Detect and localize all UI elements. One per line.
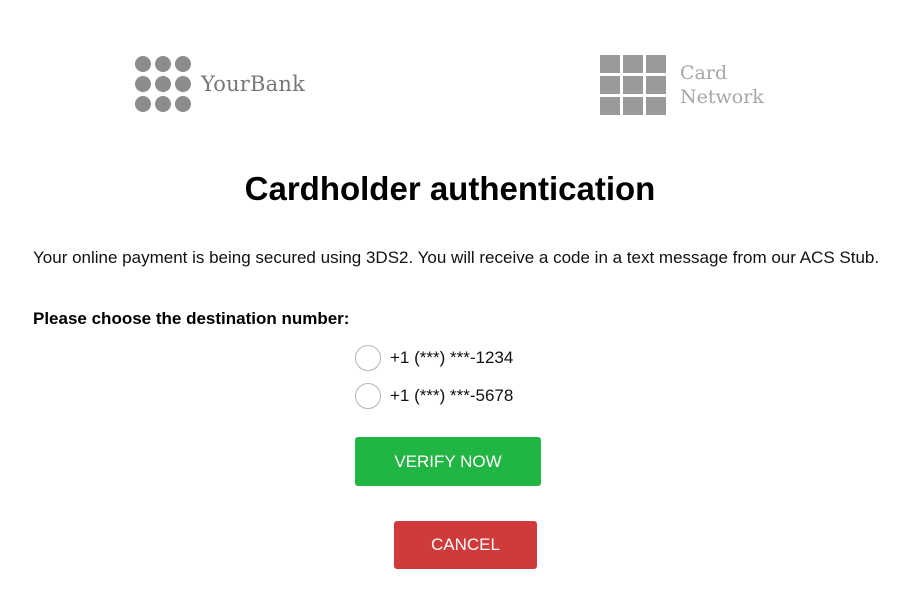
network-name: Card Network xyxy=(680,61,764,109)
cancel-button[interactable]: CANCEL xyxy=(394,521,537,569)
radio-button-2[interactable] xyxy=(355,383,381,409)
destination-label: Please choose the destination number: xyxy=(33,309,350,328)
radio-button-1[interactable] xyxy=(355,345,381,371)
phone-option-2[interactable]: +1 (***) ***-5678 xyxy=(355,383,513,409)
verify-now-button[interactable]: VERIFY NOW xyxy=(355,437,541,486)
header: YourBank Card Network xyxy=(0,0,900,140)
description-text: Your online payment is being secured usi… xyxy=(33,248,880,267)
phone-options: +1 (***) ***-1234 +1 (***) ***-5678 xyxy=(355,345,513,421)
bank-logo: YourBank xyxy=(135,56,305,112)
page-title: Cardholder authentication xyxy=(244,170,656,207)
square-grid-icon xyxy=(600,55,666,115)
network-name-line1: Card xyxy=(680,62,728,84)
bank-name: YourBank xyxy=(201,72,306,96)
dot-grid-icon xyxy=(135,56,191,112)
phone-option-1[interactable]: +1 (***) ***-1234 xyxy=(355,345,513,371)
phone-option-label: +1 (***) ***-5678 xyxy=(390,386,514,405)
phone-option-label: +1 (***) ***-1234 xyxy=(390,348,514,367)
network-name-line2: Network xyxy=(680,86,764,108)
card-network-logo: Card Network xyxy=(600,55,764,115)
